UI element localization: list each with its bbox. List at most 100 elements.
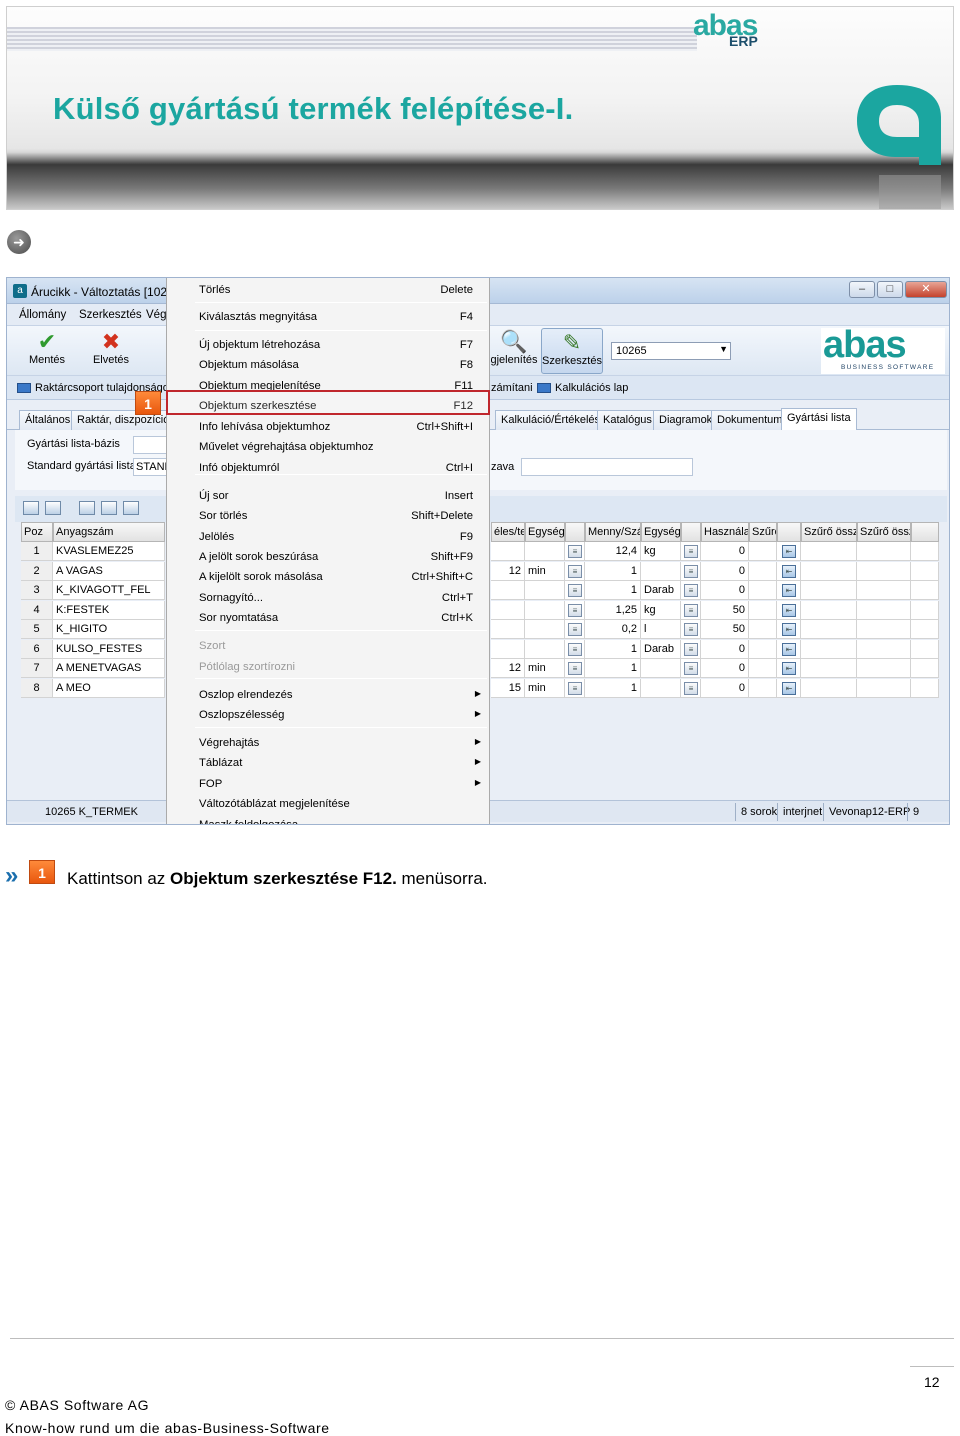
row-unit[interactable] (641, 678, 681, 698)
edit-cell-icon[interactable]: ≡ (568, 623, 582, 636)
edit-cell-icon[interactable]: ≡ (568, 642, 582, 656)
edit-cell-icon[interactable]: ≡ (684, 584, 698, 597)
row-quantity[interactable]: 1 (585, 659, 641, 678)
menu-item[interactable]: Sornagyító... Ctrl+T (167, 589, 491, 609)
edit-cell-icon[interactable]: ≡ (568, 681, 582, 695)
menu-item[interactable]: Oszlop elrendezés ▶ (167, 686, 491, 706)
row-time-unit[interactable]: min (525, 659, 565, 678)
menu-item[interactable]: Sor törlés Shift+Delete (167, 507, 491, 527)
edit-cell-icon[interactable]: ≡ (684, 623, 698, 636)
row-extra[interactable] (911, 600, 939, 620)
menu-item[interactable]: Info lehívása objektumhoz Ctrl+Shift+I (167, 418, 491, 438)
row-time-unit[interactable] (525, 620, 565, 639)
maximize-button[interactable]: □ (877, 281, 903, 298)
row-filter-sum[interactable] (801, 639, 857, 659)
tab-raktar[interactable]: Raktár, diszpozíció, (71, 410, 179, 430)
row-filter-sum[interactable] (801, 600, 857, 620)
row-item-number[interactable]: A VAGAS (53, 561, 165, 581)
menu-item[interactable]: Változótáblázat megjelenítése (167, 795, 491, 815)
row-time[interactable]: 15 (491, 678, 525, 698)
row-usage[interactable]: 0 (701, 581, 749, 600)
record-combo[interactable]: 10265 ▼ (611, 342, 731, 360)
row-quantity[interactable]: 12,4 (585, 542, 641, 561)
row-quantity[interactable]: 1 (585, 581, 641, 600)
row-usage[interactable]: 50 (701, 600, 749, 620)
column-header[interactable]: Szűrő össz (857, 522, 911, 542)
right-field[interactable] (521, 458, 693, 476)
column-header[interactable]: Szűrő (749, 522, 777, 542)
tab-diagramok[interactable]: Diagramok (653, 410, 719, 430)
row-item-number[interactable]: KVASLEMEZ25 (53, 542, 165, 561)
row-filter[interactable] (749, 542, 777, 561)
row-time[interactable] (491, 639, 525, 659)
row-filter-sum[interactable] (857, 581, 911, 600)
grid-tool-icon[interactable] (101, 501, 117, 515)
link-arrow-icon[interactable]: ⇤ (782, 681, 796, 695)
row-filter[interactable] (749, 600, 777, 620)
row-extra[interactable] (911, 620, 939, 639)
column-header[interactable]: Szűrő össz (801, 522, 857, 542)
row-time-unit[interactable] (525, 600, 565, 620)
menu-item[interactable]: A jelölt sorok beszúrása Shift+F9 (167, 548, 491, 568)
edit-cell-icon[interactable]: ≡ (568, 545, 582, 558)
row-usage[interactable]: 0 (701, 639, 749, 659)
column-header[interactable]: Egység (525, 522, 565, 542)
row-time[interactable] (491, 542, 525, 561)
column-header[interactable] (911, 522, 939, 542)
row-quantity[interactable]: 1 (585, 639, 641, 659)
row-unit[interactable] (641, 659, 681, 678)
save-button[interactable]: ✔ Mentés (21, 328, 73, 374)
edit-cell-icon[interactable]: ≡ (684, 545, 698, 558)
row-time-unit[interactable]: min (525, 678, 565, 698)
row-extra[interactable] (911, 581, 939, 600)
row-filter[interactable] (749, 561, 777, 581)
menu-allomany[interactable]: Állomány (19, 309, 66, 321)
menu-szerkesztes[interactable]: Szerkesztés (79, 309, 142, 321)
row-usage[interactable]: 0 (701, 542, 749, 561)
menu-item[interactable]: A kijelölt sorok másolása Ctrl+Shift+C (167, 568, 491, 588)
row-time[interactable] (491, 620, 525, 639)
edit-cell-icon[interactable]: ≡ (684, 564, 698, 578)
edit-cell-icon[interactable]: ≡ (684, 681, 698, 695)
tab-altalanos[interactable]: Általános (19, 410, 77, 430)
row-item-number[interactable]: KULSO_FESTES (53, 639, 165, 659)
row-time-unit[interactable] (525, 581, 565, 600)
edit-button[interactable]: ✎ Szerkesztés (541, 328, 603, 374)
menu-veg[interactable]: Vég (146, 309, 166, 321)
menu-item[interactable]: FOP ▶ (167, 775, 491, 795)
link-arrow-icon[interactable]: ⇤ (782, 603, 796, 617)
row-unit[interactable] (641, 561, 681, 581)
link-arrow-icon[interactable]: ⇤ (782, 623, 796, 636)
row-filter[interactable] (749, 639, 777, 659)
column-header[interactable] (565, 522, 585, 542)
link-arrow-icon[interactable]: ⇤ (782, 545, 796, 558)
row-time[interactable]: 12 (491, 659, 525, 678)
row-filter-sum[interactable] (857, 678, 911, 698)
row-time-unit[interactable]: min (525, 561, 565, 581)
edit-cell-icon[interactable]: ≡ (684, 642, 698, 656)
row-filter-sum[interactable] (801, 659, 857, 678)
row-item-number[interactable]: K:FESTEK (53, 600, 165, 620)
edit-cell-icon[interactable]: ≡ (684, 603, 698, 617)
menu-item[interactable]: Kiválasztás megnyitása F4 (167, 308, 491, 328)
edit-cell-icon[interactable]: ≡ (568, 584, 582, 597)
link-arrow-icon[interactable]: ⇤ (782, 662, 796, 675)
row-filter-sum[interactable] (857, 561, 911, 581)
row-filter-sum[interactable] (857, 600, 911, 620)
column-header[interactable] (777, 522, 801, 542)
menu-item[interactable]: Pótlólag szortírozni (167, 658, 491, 678)
grid-remove-icon[interactable] (45, 501, 61, 515)
column-header[interactable] (681, 522, 701, 542)
row-extra[interactable] (911, 542, 939, 561)
row-filter-sum[interactable] (857, 620, 911, 639)
menu-item[interactable]: Művelet végrehajtása objektumhoz (167, 438, 491, 458)
row-item-number[interactable]: A MEO (53, 678, 165, 698)
edit-cell-icon[interactable]: ≡ (568, 564, 582, 578)
tab-dokumentum[interactable]: Dokumentum (711, 410, 789, 430)
row-quantity[interactable]: 1 (585, 678, 641, 698)
row-unit[interactable]: kg (641, 542, 681, 561)
row-quantity[interactable]: 1,25 (585, 600, 641, 620)
menu-item[interactable]: Maszk feldolgozása (167, 816, 491, 824)
menu-item[interactable]: Objektum másolása F8 (167, 356, 491, 376)
row-usage[interactable]: 50 (701, 620, 749, 639)
